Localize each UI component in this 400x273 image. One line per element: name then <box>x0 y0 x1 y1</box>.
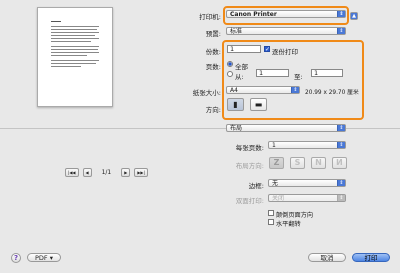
pages-to-label: 至: <box>294 73 303 81</box>
border-label: 边框: <box>248 182 264 190</box>
portrait-person-icon: ▮ <box>233 100 238 109</box>
pages-to-input[interactable]: 1 <box>311 69 343 77</box>
cancel-button[interactable]: 取消 <box>308 253 346 262</box>
printer-select[interactable]: Canon Printer ⇕ <box>226 10 346 18</box>
pages-label: 页数: <box>205 63 221 71</box>
preview-text-line <box>51 21 61 22</box>
printer-label: 打印机: <box>199 13 221 21</box>
paper-size-select[interactable]: A4 ⇕ <box>226 86 300 94</box>
preview-text-line <box>51 63 96 64</box>
layout-s-glyph: S <box>294 158 301 167</box>
prev-page-button[interactable]: ◀ <box>82 168 92 177</box>
chevron-updown-icon: ⇕ <box>337 195 345 201</box>
paper-dimensions: 20.99 x 29.70 厘米 <box>305 90 359 96</box>
layout-direction-n-reverse-button[interactable]: N <box>332 157 347 169</box>
preview-text-line <box>51 35 95 36</box>
preview-text-line <box>51 38 99 39</box>
first-page-button[interactable]: |◀◀ <box>65 168 79 177</box>
reverse-orientation-checkbox[interactable] <box>268 210 274 216</box>
duplex-select[interactable]: 关闭 ⇕ <box>268 194 346 202</box>
border-value: 无 <box>272 180 279 187</box>
help-button[interactable]: ? <box>11 253 21 263</box>
preview-text-line <box>51 29 97 30</box>
preview-text-line <box>51 55 87 56</box>
layout-z-glyph: Z <box>273 158 280 167</box>
print-label: 打印 <box>364 254 378 262</box>
pdf-label: PDF ▾ <box>35 254 53 262</box>
pdf-menu-button[interactable]: PDF ▾ <box>27 253 61 262</box>
page-preview <box>37 7 113 107</box>
expand-toggle-button[interactable]: ▲ <box>350 12 358 20</box>
collate-label: 逐份打印 <box>272 48 298 56</box>
chevron-updown-icon: ⇕ <box>337 28 345 34</box>
chevron-updown-icon: ⇕ <box>337 180 345 186</box>
portrait-orientation-button[interactable]: ▮ <box>227 98 244 111</box>
copies-input[interactable]: 1 <box>227 45 261 53</box>
chevron-updown-icon: ⇕ <box>337 125 345 131</box>
layout-n-reverse-glyph: N <box>336 158 343 167</box>
chevron-up-icon: ▲ <box>351 13 357 19</box>
pages-all-label: 全部 <box>235 63 248 71</box>
print-button[interactable]: 打印 <box>352 253 390 262</box>
layout-direction-s-button[interactable]: S <box>290 157 305 169</box>
pages-per-sheet-value: 1 <box>272 142 276 149</box>
preview-navigation: |◀◀ ◀ 1/1 ▶ ▶▶| <box>65 168 148 177</box>
last-page-button[interactable]: ▶▶| <box>134 168 148 177</box>
pages-range-radio[interactable] <box>227 71 233 77</box>
copies-label: 份数: <box>205 48 221 56</box>
preset-label: 预置: <box>205 30 221 38</box>
flip-horizontal-label: 水平翻转 <box>276 221 301 228</box>
layout-direction-n-button[interactable]: N <box>311 157 326 169</box>
border-select[interactable]: 无 ⇕ <box>268 179 346 187</box>
orientation-label: 方向: <box>205 106 221 114</box>
pages-per-sheet-select[interactable]: 1 ⇕ <box>268 141 346 149</box>
preview-text-line <box>51 49 98 50</box>
preview-text-line <box>51 66 81 67</box>
reverse-orientation-label: 颠倒页面方向 <box>276 212 314 219</box>
landscape-orientation-button[interactable]: ▬ <box>250 98 267 111</box>
cancel-label: 取消 <box>320 254 334 262</box>
printer-value: Canon Printer <box>230 11 277 18</box>
chevron-updown-icon: ⇕ <box>337 142 345 148</box>
layout-n-glyph: N <box>315 158 322 167</box>
layout-direction-z-button[interactable]: Z <box>269 157 284 169</box>
duplex-value: 关闭 <box>272 195 285 202</box>
chevron-updown-icon: ⇕ <box>291 87 299 93</box>
duplex-label: 双面打印: <box>235 197 264 205</box>
help-icon: ? <box>13 254 19 262</box>
preview-text-line <box>51 32 99 33</box>
preset-value: 标准 <box>230 28 243 35</box>
paper-size-label: 纸张大小: <box>192 89 221 97</box>
pages-to-value: 1 <box>314 69 319 77</box>
pages-per-sheet-label: 每张页数: <box>235 144 264 152</box>
layout-direction-label: 布局方向: <box>235 162 264 170</box>
page-indicator: 1/1 <box>101 169 112 176</box>
flip-horizontal-checkbox[interactable] <box>268 219 274 225</box>
preview-text-line <box>51 60 99 61</box>
copies-value: 1 <box>230 45 235 53</box>
preview-text-line <box>51 46 99 47</box>
pages-from-input[interactable]: 1 <box>256 69 289 77</box>
preview-text-line <box>51 41 91 42</box>
chevron-updown-icon: ⇕ <box>337 11 345 17</box>
preset-select[interactable]: 标准 ⇕ <box>226 27 346 35</box>
section-select[interactable]: 布局 ⇕ <box>226 124 346 132</box>
pages-from-value: 1 <box>259 69 264 77</box>
section-value: 布局 <box>230 125 243 132</box>
landscape-person-icon: ▬ <box>254 100 263 109</box>
paper-size-value: A4 <box>230 87 238 94</box>
preview-text-line <box>51 52 99 53</box>
pages-from-label: 从: <box>235 73 244 81</box>
next-page-button[interactable]: ▶ <box>121 168 131 177</box>
collate-checkbox[interactable]: ✓ <box>264 46 270 53</box>
preview-text-line <box>51 26 99 27</box>
pages-all-radio[interactable] <box>227 61 233 67</box>
